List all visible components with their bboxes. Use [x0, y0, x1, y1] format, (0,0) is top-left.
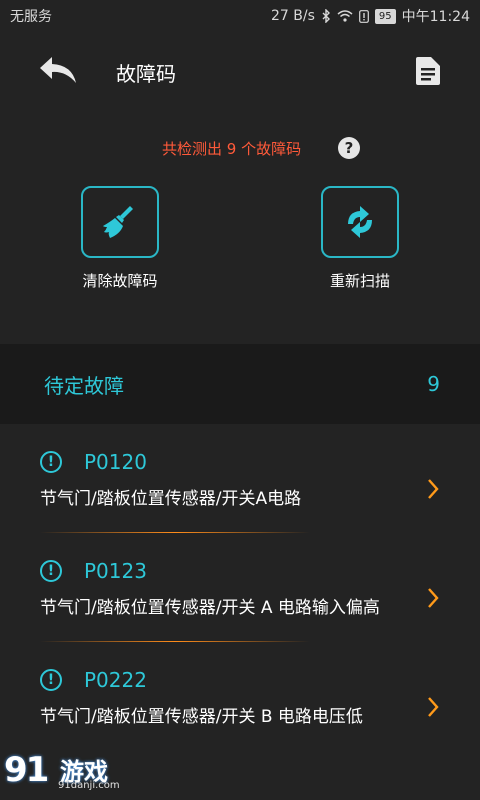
- clear-codes-icon-box[interactable]: [81, 186, 159, 258]
- chevron-right-icon: [428, 697, 439, 717]
- pending-faults-title: 待定故障: [44, 373, 124, 398]
- fault-description: 节气门/踏板位置传感器/开关 B 电路电压低: [40, 707, 363, 727]
- bluetooth-icon: [321, 9, 331, 23]
- fault-item-p0120[interactable]: ! P0120 节气门/踏板位置传感器/开关A电路: [0, 450, 480, 512]
- clear-codes-label: 清除故障码: [82, 272, 158, 290]
- fault-code: P0222: [84, 668, 147, 692]
- page-title: 故障码: [116, 62, 176, 86]
- fault-description: 节气门/踏板位置传感器/开关A电路: [40, 489, 302, 509]
- fault-item-p0123[interactable]: ! P0123 节气门/踏板位置传感器/开关 A 电路输入偏高: [0, 559, 480, 621]
- fault-description: 节气门/踏板位置传感器/开关 A 电路输入偏高: [40, 598, 380, 618]
- pending-faults-count: 9: [427, 372, 440, 396]
- watermark-digits: 91: [4, 750, 49, 790]
- wifi-icon: [337, 10, 353, 22]
- fault-summary: 共检测出 9 个故障码 ? 清除故障码 重新扫描: [0, 112, 480, 344]
- fault-code: P0120: [84, 450, 147, 474]
- app-header: 故障码: [0, 32, 480, 112]
- rescan-icon-box[interactable]: [321, 186, 399, 258]
- fault-list: ! P0120 节气门/踏板位置传感器/开关A电路 ! P0123 节气门/踏板…: [0, 424, 480, 730]
- fault-count-text: 共检测出 9 个故障码: [162, 140, 302, 158]
- back-arrow-icon: [40, 57, 76, 83]
- sim-alert-icon: [359, 9, 369, 23]
- fault-item-p0222[interactable]: ! P0222 节气门/踏板位置传感器/开关 B 电路电压低: [0, 668, 480, 730]
- site-watermark: 91 游戏 91danji.com: [4, 750, 144, 796]
- fault-code: P0123: [84, 559, 147, 583]
- clock: 中午11:24: [401, 9, 470, 25]
- clear-codes-button[interactable]: 清除故障码: [70, 186, 170, 291]
- rescan-button[interactable]: 重新扫描: [310, 186, 410, 291]
- divider: [40, 532, 310, 533]
- divider: [40, 641, 310, 642]
- battery-indicator: 95: [374, 8, 396, 24]
- refresh-icon: [348, 206, 372, 238]
- watermark-url: 91danji.com: [58, 780, 120, 791]
- broom-icon: [103, 206, 133, 238]
- report-button[interactable]: [410, 54, 444, 88]
- alert-icon: !: [40, 451, 62, 473]
- status-bar: 无服务 27 B/s 95 中午11:24: [0, 0, 480, 32]
- net-speed: 27 B/s: [271, 8, 315, 24]
- pending-faults-header: 待定故障 9: [0, 344, 480, 424]
- document-icon: [416, 57, 440, 85]
- alert-icon: !: [40, 560, 62, 582]
- carrier-label: 无服务: [10, 9, 52, 25]
- alert-icon: !: [40, 669, 62, 691]
- status-indicators: 27 B/s 95 中午11:24: [271, 6, 470, 26]
- rescan-label: 重新扫描: [329, 272, 390, 290]
- back-button[interactable]: [36, 52, 80, 88]
- help-icon[interactable]: ?: [338, 137, 360, 159]
- chevron-right-icon: [428, 479, 439, 499]
- chevron-right-icon: [428, 588, 439, 608]
